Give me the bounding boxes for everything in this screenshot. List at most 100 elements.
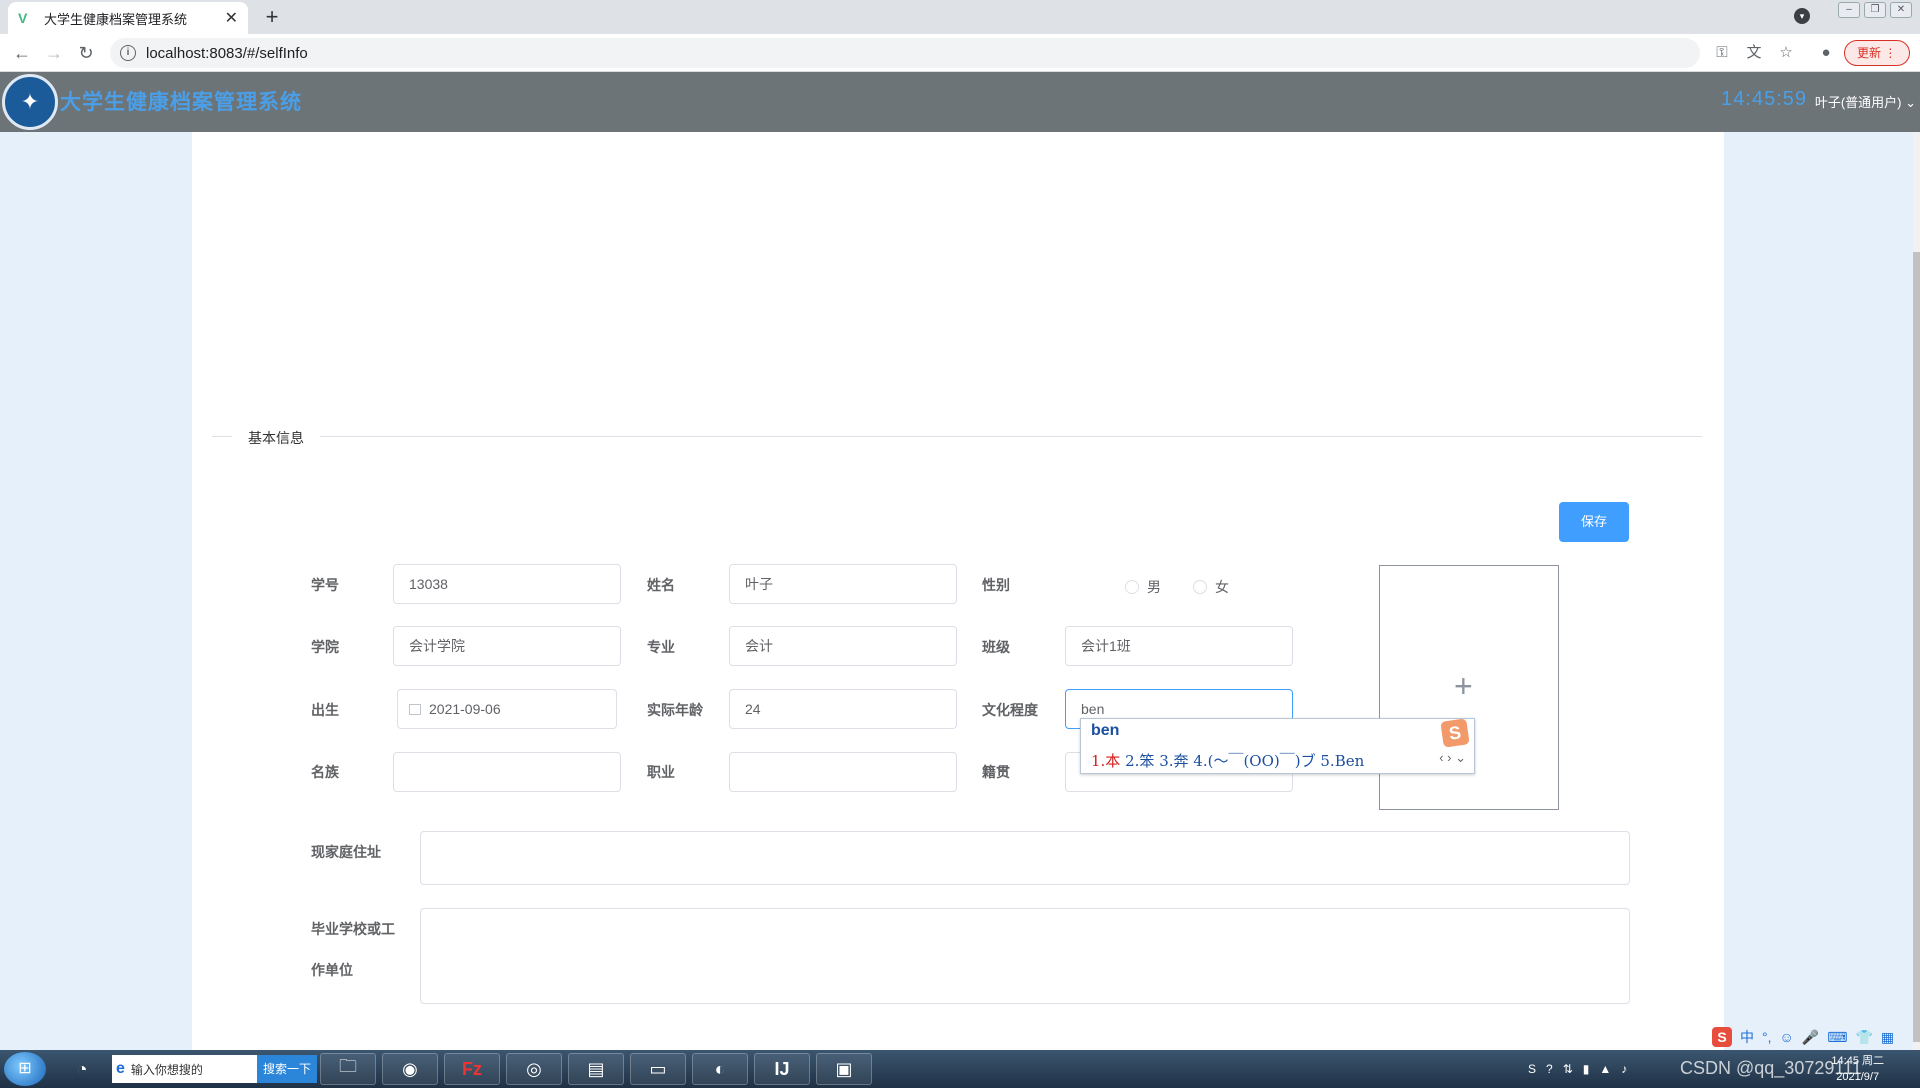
profile-icon[interactable]: ● [1816, 43, 1836, 63]
app-title: 大学生健康档案管理系统 [60, 91, 302, 114]
ime-candidate[interactable]: 3.奔 [1159, 752, 1188, 770]
major-input[interactable]: 会计 [729, 626, 957, 666]
help-tray-icon[interactable]: ? [1546, 1062, 1553, 1076]
ethnicity-input[interactable] [393, 752, 621, 792]
ime-candidate[interactable]: 2.笨 [1125, 752, 1154, 770]
restore-button[interactable]: ❐ [1864, 2, 1886, 18]
taskbar-search-input[interactable]: e 输入你想搜的 [112, 1055, 257, 1083]
address-label: 现家庭住址 [311, 844, 381, 860]
college-label: 学院 [311, 639, 339, 655]
ime-candidates: 1.本 2.笨 3.奔 4.(～￣(OO)￣)ブ 5.Ben [1091, 750, 1364, 771]
ime-candidate-popup: ben S 1.本 2.笨 3.奔 4.(～￣(OO)￣)ブ 5.Ben ‹ ›… [1080, 718, 1475, 774]
punctuation-icon[interactable]: °, [1762, 1029, 1772, 1045]
key-icon[interactable]: ⚿ [1712, 43, 1732, 63]
radio-label: 男 [1147, 579, 1161, 595]
section-title: 基本信息 [232, 428, 320, 448]
class-label: 班级 [982, 639, 1010, 655]
chrome-icon[interactable]: ◎ [506, 1053, 562, 1085]
school-label-line2: 作单位 [311, 962, 353, 978]
ime-status-bar: S 中 °, ☺ 🎤 ⌨ 👕 ▦ [1712, 1025, 1920, 1049]
student-id-input[interactable]: 13038 [393, 564, 621, 604]
college-input[interactable]: 会计学院 [393, 626, 621, 666]
terminal-icon[interactable]: ▭ [630, 1053, 686, 1085]
ime-candidate[interactable]: 4.(～￣(OO)￣)ブ [1193, 752, 1315, 770]
name-input[interactable]: 叶子 [729, 564, 957, 604]
minimize-button[interactable]: – [1838, 2, 1860, 18]
browser-tab[interactable]: V 大学生健康档案管理系统 ✕ [8, 2, 248, 34]
back-arrow-icon[interactable]: ← [10, 41, 34, 65]
emoji-icon[interactable]: ☺ [1780, 1029, 1794, 1045]
education-label: 文化程度 [982, 702, 1038, 718]
folder-icon[interactable]: 🗀 [320, 1053, 376, 1085]
start-button[interactable]: ⊞ [4, 1052, 46, 1086]
tab-close-icon[interactable]: ✕ [225, 8, 238, 28]
ime-candidate[interactable]: 1.本 [1091, 752, 1120, 770]
firefox-icon[interactable]: ◉ [382, 1053, 438, 1085]
battery-tray-icon[interactable]: ▮ [1583, 1062, 1590, 1076]
birth-date-picker[interactable]: 2021-09-06 [397, 689, 617, 729]
occupation-input[interactable] [729, 752, 957, 792]
reload-icon[interactable]: ↻ [74, 41, 98, 65]
university-logo-icon: ✦ [2, 74, 58, 130]
name-label: 姓名 [647, 577, 675, 593]
intellij-icon[interactable]: IJ [754, 1053, 810, 1085]
user-dropdown[interactable]: 叶子(普通用户) ⌄ [1815, 92, 1916, 111]
ime-page-arrows[interactable]: ‹ › ⌄ [1439, 750, 1466, 766]
browser-tabstrip: V 大学生健康档案管理系统 ✕ + ▾ – ❐ ✕ [0, 0, 1920, 34]
microphone-icon[interactable]: 🎤 [1802, 1029, 1819, 1046]
vue-favicon-icon: V [18, 10, 28, 26]
ime-composition: ben [1091, 722, 1120, 739]
close-window-button[interactable]: ✕ [1890, 2, 1912, 18]
ime-candidate[interactable]: 5.Ben [1320, 752, 1364, 770]
student-id-label: 学号 [311, 577, 339, 593]
taskbar-search-button[interactable]: 搜索一下 [257, 1055, 317, 1083]
sogou-icon[interactable]: S [1712, 1027, 1732, 1047]
ethnicity-label: 名族 [311, 764, 339, 780]
network-tray-icon[interactable]: ⇅ [1563, 1062, 1573, 1076]
skin-icon[interactable]: 👕 [1855, 1029, 1872, 1046]
window-controls: – ❐ ✕ [1838, 2, 1912, 18]
photo-app-icon[interactable]: ◐ [692, 1053, 748, 1085]
new-tab-button[interactable]: + [258, 4, 286, 32]
360-icon[interactable]: ◔ [54, 1053, 110, 1085]
tab-search-icon[interactable]: ▾ [1794, 8, 1810, 24]
update-button[interactable]: 更新 ⋮ [1844, 40, 1910, 66]
toolbox-icon[interactable]: ▦ [1881, 1029, 1894, 1046]
gender-radio-female[interactable]: 女 [1193, 577, 1229, 597]
windows-taskbar: ⊞ ◔ e 输入你想搜的 搜索一下 🗀 ◉ Fz ◎ ▤ ▭ ◐ IJ ▣ S … [0, 1050, 1920, 1088]
age-input[interactable]: 24 [729, 689, 957, 729]
native-place-label: 籍贯 [982, 764, 1010, 780]
radio-label: 女 [1215, 579, 1229, 595]
header-clock: 14:45:59 [1721, 88, 1807, 110]
app-window-icon[interactable]: ▣ [816, 1053, 872, 1085]
url-text: localhost:8083/#/selfInfo [146, 44, 308, 62]
school-textarea[interactable] [420, 908, 1630, 1004]
keyboard-icon[interactable]: ⌨ [1827, 1029, 1847, 1046]
bookmark-star-icon[interactable]: ☆ [1776, 43, 1796, 63]
forward-arrow-icon[interactable]: → [42, 41, 66, 65]
translate-icon[interactable]: 文 [1744, 43, 1764, 63]
sogou-tray-icon[interactable]: S [1528, 1062, 1536, 1076]
filezilla-icon[interactable]: Fz [444, 1053, 500, 1085]
birth-label: 出生 [311, 702, 339, 718]
save-button[interactable]: 保存 [1559, 502, 1629, 542]
explorer-icon[interactable]: ▤ [568, 1053, 624, 1085]
tab-title: 大学生健康档案管理系统 [44, 11, 188, 27]
page-scrollbar[interactable] [1913, 132, 1920, 1050]
scrollbar-thumb[interactable] [1913, 252, 1920, 1042]
address-bar[interactable]: i localhost:8083/#/selfInfo [110, 38, 1700, 68]
ime-mode[interactable]: 中 [1740, 1027, 1754, 1047]
gender-radio-male[interactable]: 男 [1125, 577, 1161, 597]
volume-tray-icon[interactable]: ♪ [1621, 1062, 1627, 1076]
birth-date-value: 2021-09-06 [429, 701, 501, 717]
sogou-logo-icon: S [1440, 718, 1470, 748]
show-hidden-icon[interactable]: ▲ [1599, 1062, 1611, 1076]
radio-circle [1125, 580, 1139, 594]
radio-circle [1193, 580, 1207, 594]
site-info-icon[interactable]: i [120, 45, 136, 61]
search-placeholder: 输入你想搜的 [130, 1062, 203, 1077]
address-textarea[interactable] [420, 831, 1630, 885]
content-card: 基本信息 保存 学号 13038 姓名 叶子 性别 男 女 学院 会计学院 专业… [192, 132, 1724, 1050]
class-input[interactable]: 会计1班 [1065, 626, 1293, 666]
occupation-label: 职业 [647, 764, 675, 780]
